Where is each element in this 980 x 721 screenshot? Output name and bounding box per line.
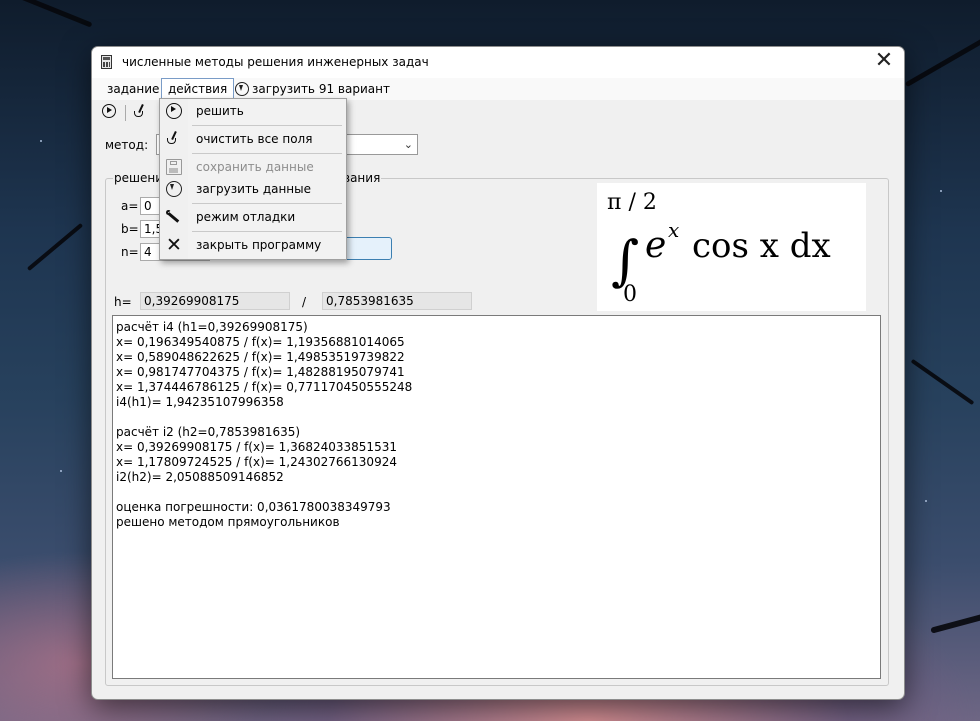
n-label: n=	[121, 245, 139, 259]
background-star	[40, 140, 42, 142]
toolbar-clear-button[interactable]	[133, 104, 153, 122]
formula-rest: cos x dx	[692, 226, 831, 266]
menu-separator	[192, 153, 342, 154]
download-icon	[235, 82, 249, 96]
chevron-down-icon: ⌄	[403, 138, 413, 151]
h-label: h=	[114, 295, 132, 309]
play-icon	[166, 103, 182, 119]
formula-integrand: e	[645, 225, 666, 266]
menu-item-debug-mode[interactable]: режим отладки	[160, 206, 344, 228]
output-line: x= 1,374446786125 / f(x)= 0,771170450555…	[116, 380, 413, 394]
output-line: решено методом прямоугольников	[116, 515, 340, 529]
output-line: x= 0,196349540875 / f(x)= 1,193568810140…	[116, 335, 405, 349]
menu-separator	[192, 203, 342, 204]
integral-formula-image: π / 2 ∫ 0 e x cos x dx	[597, 183, 866, 311]
output-textarea[interactable]: расчёт i4 (h1=0,39269908175) x= 0,196349…	[112, 315, 881, 679]
menu-item-solve[interactable]: решить	[160, 100, 344, 122]
menu-load-variant[interactable]: загрузить 91 вариант	[229, 78, 396, 100]
output-line: оценка погрешности: 0,0361780038349793	[116, 500, 391, 514]
menu-separator	[192, 125, 342, 126]
menu-item-close-program-label: закрыть программу	[196, 238, 322, 252]
save-icon	[166, 159, 182, 175]
groupbox-title-left: решени	[113, 171, 165, 185]
background-branch	[2, 0, 93, 28]
download-icon	[166, 181, 182, 197]
h2-field: 0,7853981635	[322, 292, 472, 310]
output-line: x= 1,17809724525 / f(x)= 1,2430276613092…	[116, 455, 397, 469]
toolbar-separator	[125, 105, 126, 121]
actions-dropdown-menu: решить очистить все поля сохранить данны…	[159, 98, 347, 260]
formula-upper-limit: π / 2	[607, 190, 657, 215]
h-separator: /	[302, 295, 307, 309]
output-line: расчёт i4 (h1=0,39269908175)	[116, 320, 308, 334]
a-label: a=	[121, 199, 139, 213]
formula-lower-limit: 0	[623, 282, 637, 307]
output-line: x= 0,589048622625 / f(x)= 1,498535197398…	[116, 350, 405, 364]
groupbox-title-right: вания	[342, 171, 382, 185]
background-branch	[26, 222, 84, 272]
menu-task[interactable]: задание	[101, 78, 165, 100]
menu-load-variant-label: загрузить 91 вариант	[252, 82, 390, 96]
method-label: метод:	[105, 138, 149, 152]
broom-icon	[166, 131, 182, 147]
output-line: i2(h2)= 2,05088509146852	[116, 470, 284, 484]
menu-separator	[192, 231, 342, 232]
menu-item-load-data-label: загрузить данные	[196, 182, 312, 196]
menu-item-load-data[interactable]: загрузить данные	[160, 178, 344, 200]
output-line: x= 0,39269908175 / f(x)= 1,3682403385153…	[116, 440, 397, 454]
close-icon: ✕	[166, 234, 182, 256]
menu-item-save-data-label: сохранить данные	[196, 160, 314, 174]
formula-exponent: x	[668, 218, 679, 242]
menu-item-close-program[interactable]: ✕ закрыть программу	[160, 234, 344, 256]
background-star	[940, 190, 942, 192]
window-title: численные методы решения инженерных зада…	[122, 55, 429, 69]
output-line: i4(h1)= 1,94235107996358	[116, 395, 284, 409]
menu-item-clear-fields-label: очистить все поля	[196, 132, 313, 146]
play-icon	[102, 104, 116, 118]
background-star	[925, 500, 927, 502]
output-line: x= 0,981747704375 / f(x)= 1,482881950797…	[116, 365, 405, 379]
menu-item-clear-fields[interactable]: очистить все поля	[160, 128, 344, 150]
wrench-icon	[166, 209, 182, 225]
menu-item-save-data: сохранить данные	[160, 156, 344, 178]
background-branch	[904, 37, 980, 88]
menu-actions[interactable]: действия	[161, 78, 235, 100]
broom-icon	[133, 104, 147, 118]
background-branch	[910, 358, 975, 406]
output-line: расчёт i2 (h2=0,7853981635)	[116, 425, 301, 439]
calculator-icon	[101, 55, 112, 69]
title-bar: численные методы решения инженерных зада…	[92, 47, 904, 78]
b-label: b=	[121, 222, 139, 236]
menu-item-debug-mode-label: режим отладки	[196, 210, 296, 224]
background-branch	[930, 612, 980, 634]
toolbar-solve-button[interactable]	[102, 104, 122, 122]
menu-bar: задание действия загрузить 91 вариант	[92, 78, 904, 100]
close-window-button[interactable]: ✕	[872, 50, 896, 74]
menu-item-solve-label: решить	[196, 104, 244, 118]
background-star	[60, 470, 62, 472]
h1-field: 0,39269908175	[140, 292, 290, 310]
